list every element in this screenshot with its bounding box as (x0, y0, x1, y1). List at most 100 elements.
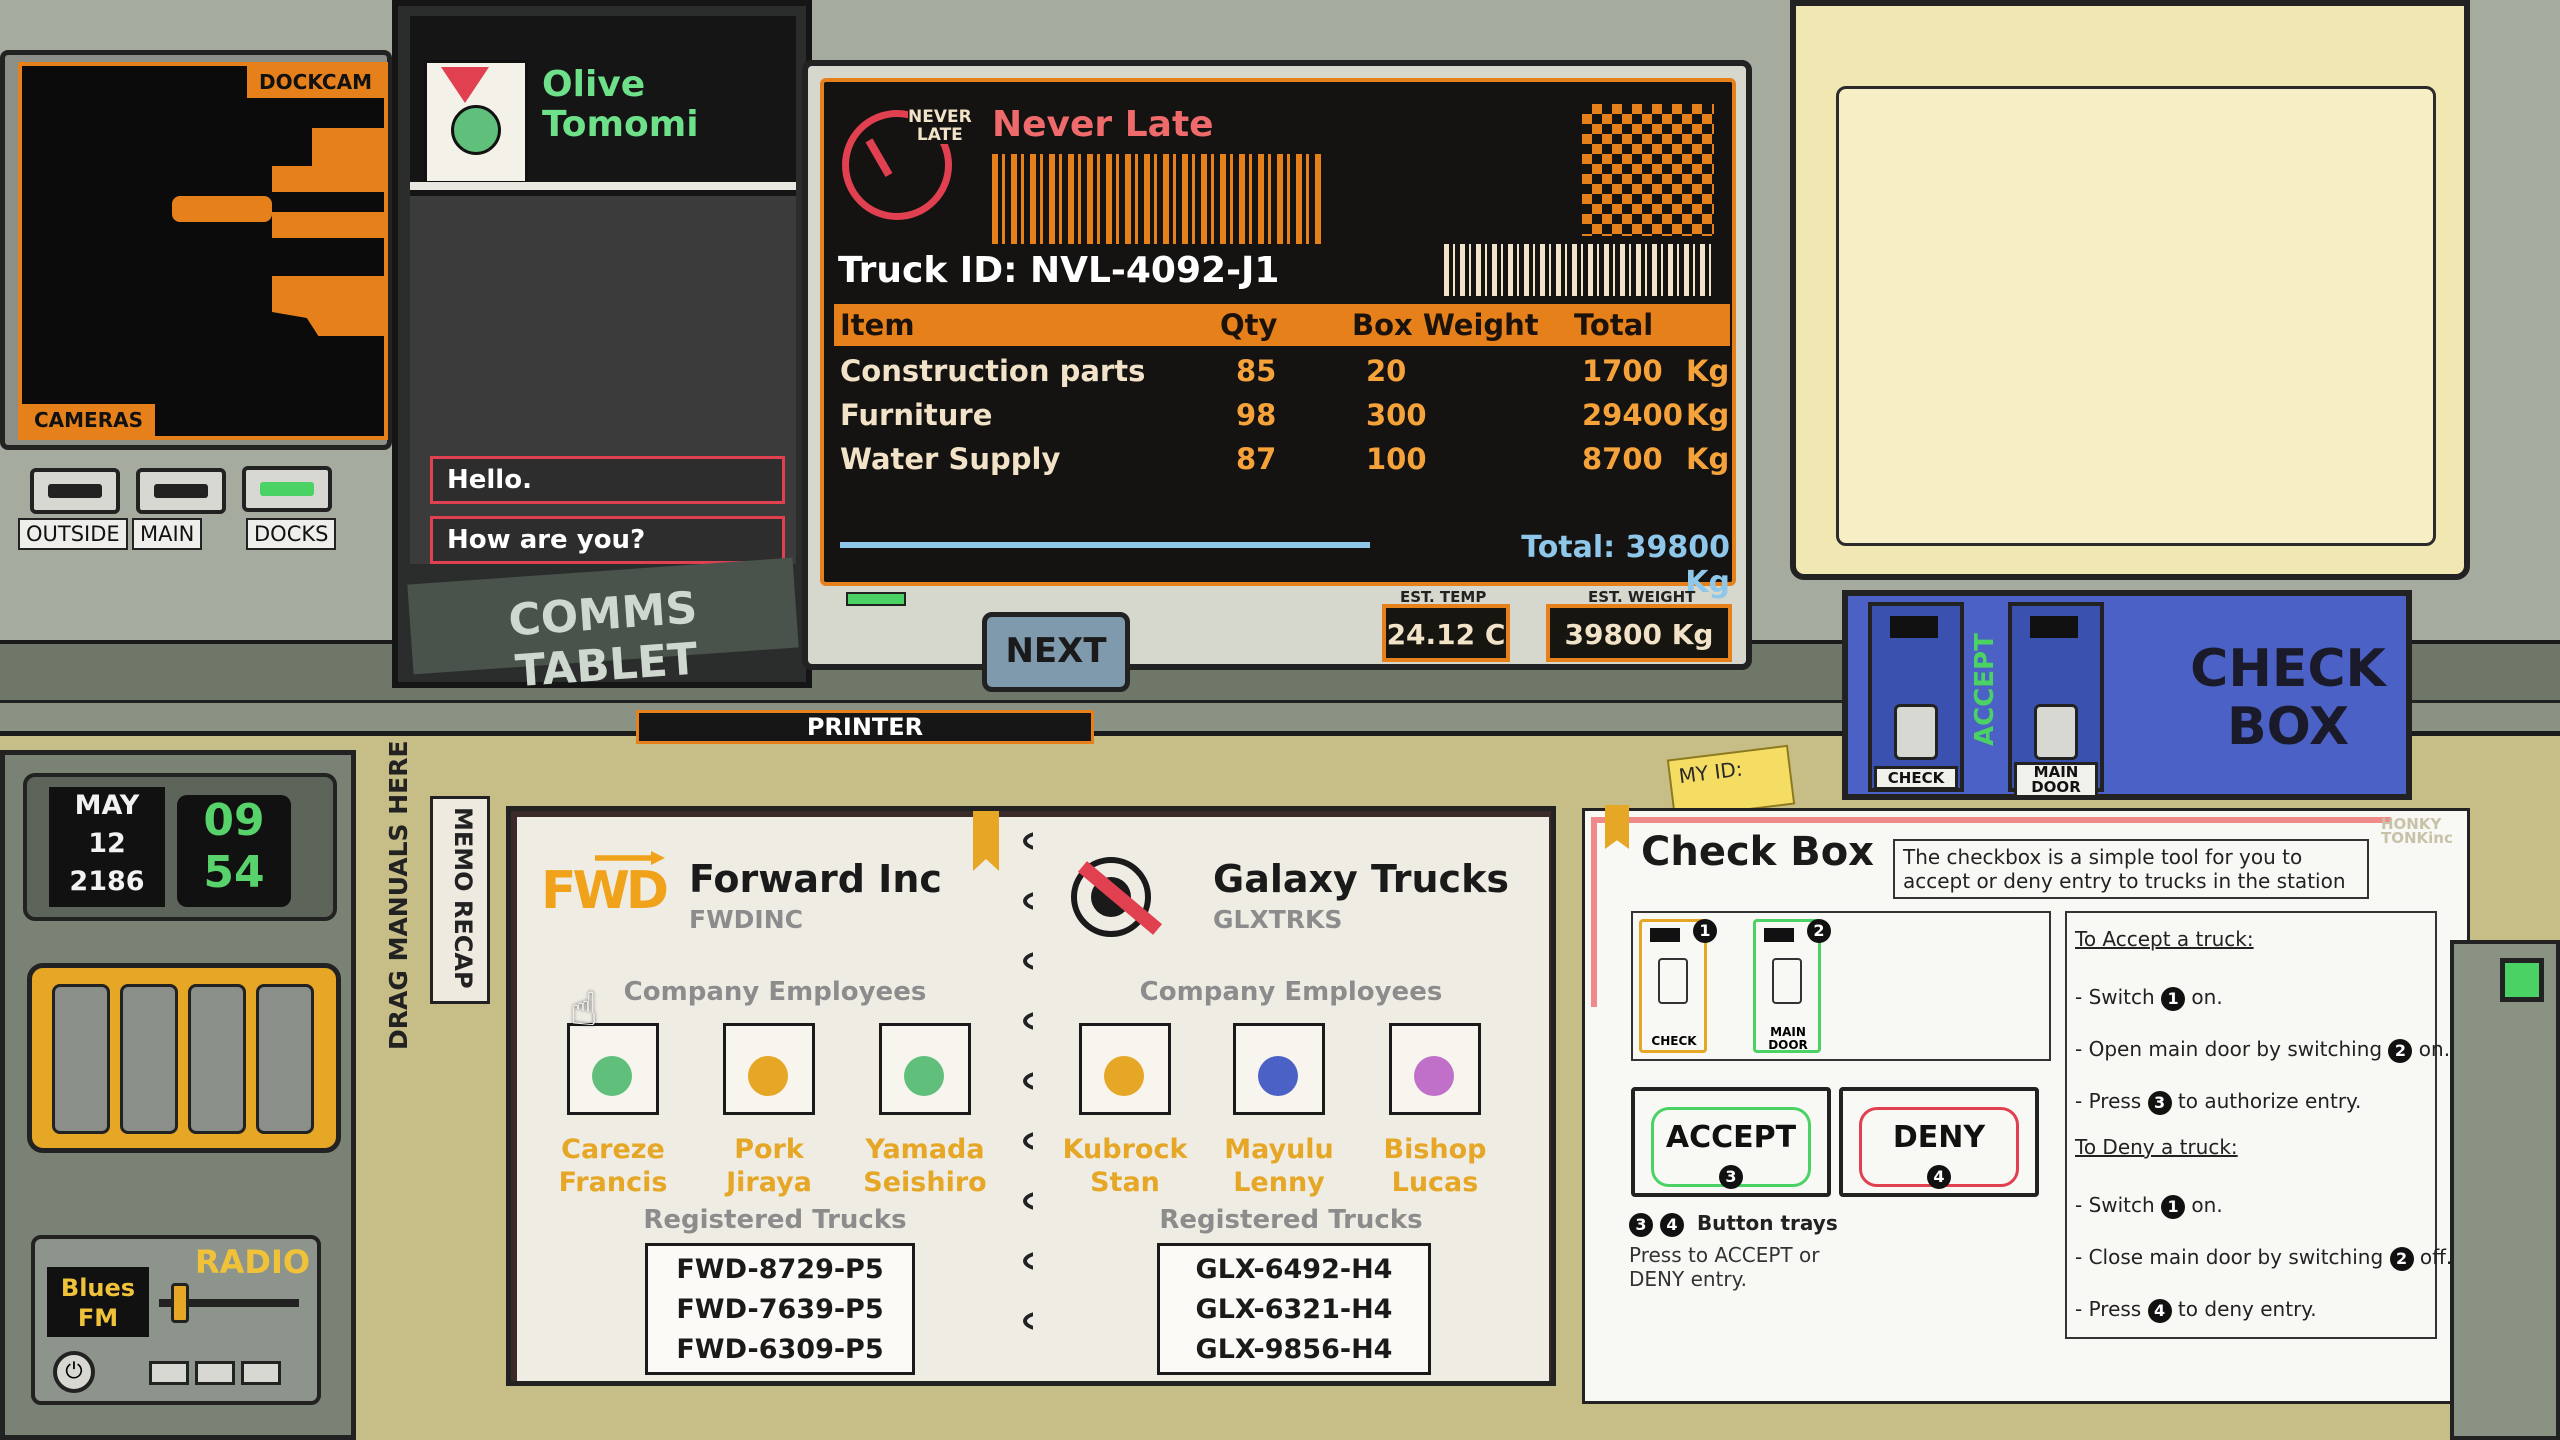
led-icon (260, 482, 314, 496)
instruction-line: - Close main door by switching 2 off. (2075, 1231, 2452, 1283)
logo-text-line: LATE (916, 125, 963, 145)
toggle-icon (1772, 958, 1802, 1004)
fwd-logo-text: FWD (541, 861, 669, 921)
row-qty: 87 (1236, 442, 1277, 476)
comms-tablet-title: COMMS TABLET (407, 557, 799, 697)
station-line: FM (77, 1304, 119, 1332)
row-qty: 85 (1236, 354, 1277, 388)
time-hour: 09 (203, 795, 265, 846)
honky-tonk-brand: HONKY TONKinc (2381, 817, 2453, 846)
power-icon[interactable]: ⏻ (53, 1351, 95, 1393)
volume-slider[interactable] (171, 1283, 190, 1323)
instruction-line: - Press 4 to deny entry. (2075, 1283, 2427, 1335)
company-code: GLXTRKS (1213, 905, 1343, 934)
truck-id: Truck ID: NVL-4092-J1 (838, 250, 1280, 291)
contact-first-name: Olive (542, 64, 646, 105)
col-qty: Qty (1220, 308, 1278, 342)
est-weight-readout: 39800 Kg (1546, 604, 1732, 662)
next-button[interactable]: NEXT (982, 612, 1130, 692)
number-2-icon: 2 (1807, 919, 1831, 943)
memo-recap-manual[interactable]: FWD Forward Inc FWDINC Company Employees… (506, 806, 1556, 1386)
number-1-icon: 1 (2161, 1194, 2186, 1219)
row-item: Construction parts (840, 354, 1146, 388)
accept-tray-diagram: ACCEPT 3 (1631, 1087, 1831, 1197)
time-display: 09 54 (177, 795, 291, 907)
trucks-header: Registered Trucks (1159, 1205, 1423, 1235)
step-text: - Switch (2075, 985, 2162, 1009)
scan-progress-bar (840, 542, 1370, 548)
memo-recap-tab[interactable]: MEMO RECAP (430, 796, 490, 1004)
main-door-switch[interactable]: MAIN DOOR (2008, 602, 2104, 798)
radio-title: RADIO (195, 1243, 311, 1281)
meter-bar (52, 984, 110, 1134)
row-total: 8700 (1582, 442, 1663, 476)
switch-slot-icon (1764, 928, 1794, 942)
employee-last-name: Francis (558, 1167, 668, 1198)
row-total: 29400 (1582, 398, 1683, 432)
dock-wall-shape (272, 166, 388, 192)
instruction-line: - Press 3 to authorize entry. (2075, 1075, 2427, 1127)
face-icon (592, 1056, 632, 1096)
step-text: - Press (2075, 1297, 2148, 1321)
manifest-table-header: Item Qty Box Weight Total (834, 304, 1730, 346)
dock-wall-shape (272, 212, 388, 238)
header-divider (410, 182, 796, 190)
main-caption: MAIN (132, 518, 203, 550)
switch-slot-icon (1650, 928, 1680, 942)
camera-outside-button[interactable] (30, 468, 120, 514)
check-switch-label: CHECK (1874, 766, 1958, 790)
face-icon (748, 1056, 788, 1096)
row-unit: Kg (1686, 354, 1730, 388)
number-4-icon: 4 (1927, 1165, 1951, 1189)
label-line: DOOR (2031, 778, 2081, 796)
checkbox-manual[interactable]: HONKY TONKinc Check Box The checkbox is … (1582, 805, 2470, 1404)
bookmark-icon (1605, 805, 1629, 849)
meter-bar (120, 984, 178, 1134)
docks-caption: DOCKS (246, 518, 337, 550)
logo-text-line: NEVER (908, 107, 972, 127)
label-line: DOOR (1768, 1038, 1808, 1052)
comms-tablet: Olive Tomomi Hello. How are you? COMMS T… (392, 0, 812, 697)
message-bubble: How are you? (430, 516, 785, 564)
preset-button[interactable] (195, 1361, 235, 1385)
printer-slot[interactable]: PRINTER (636, 710, 1094, 744)
status-meter (27, 963, 341, 1153)
contact-last-name: Tomomi (542, 104, 699, 145)
row-box-weight: 20 (1366, 354, 1407, 388)
employee-avatar (723, 1023, 815, 1115)
employee-first-name: Kubrock (1062, 1134, 1188, 1165)
company-name: Forward Inc (689, 857, 942, 901)
preset-button[interactable] (241, 1361, 281, 1385)
title-line: BOX (2226, 697, 2350, 757)
registered-trucks-list: GLX-6492-H4 GLX-6321-H4 GLX-9856-H4 (1157, 1243, 1431, 1375)
col-box-weight: Box Weight (1352, 308, 1539, 342)
barcode-icon (992, 154, 1322, 244)
face-icon (904, 1056, 944, 1096)
row-unit: Kg (1686, 442, 1730, 476)
check-switch[interactable]: CHECK (1868, 602, 1964, 792)
instructions-box: To Accept a truck: - Switch 1 on. - Open… (2065, 911, 2452, 1339)
employee-last-name: Seishiro (863, 1167, 987, 1198)
camera-docks-button[interactable] (242, 466, 332, 512)
step-text: on. (2412, 1037, 2451, 1061)
page-forward-inc: FWD Forward Inc FWDINC Company Employees… (517, 811, 1033, 1381)
preset-button[interactable] (149, 1361, 189, 1385)
employee-last-name: Lenny (1233, 1167, 1325, 1198)
title-line: CHECK (2190, 639, 2386, 699)
date-day: 12 (88, 828, 126, 859)
employee-avatar (879, 1023, 971, 1115)
step-text: on. (2185, 985, 2223, 1009)
number-2-icon: 2 (2388, 1038, 2413, 1063)
desc-line: Press to ACCEPT or (1629, 1243, 1820, 1267)
manual-description: The checkbox is a simple tool for you to… (1893, 839, 2369, 899)
step-text: - Switch (2075, 1193, 2162, 1217)
employee-first-name: Careze (561, 1134, 665, 1165)
number-3-icon: 3 (1629, 1212, 1653, 1237)
camera-main-button[interactable] (136, 468, 226, 514)
truck-plate: GLX-6321-H4 (1195, 1294, 1393, 1325)
switch-slot-icon (2030, 616, 2078, 638)
number-3-icon: 3 (1719, 1165, 1743, 1189)
led-icon (154, 484, 208, 498)
company-name: Galaxy Trucks (1213, 857, 1509, 901)
time-minute: 54 (203, 847, 265, 898)
